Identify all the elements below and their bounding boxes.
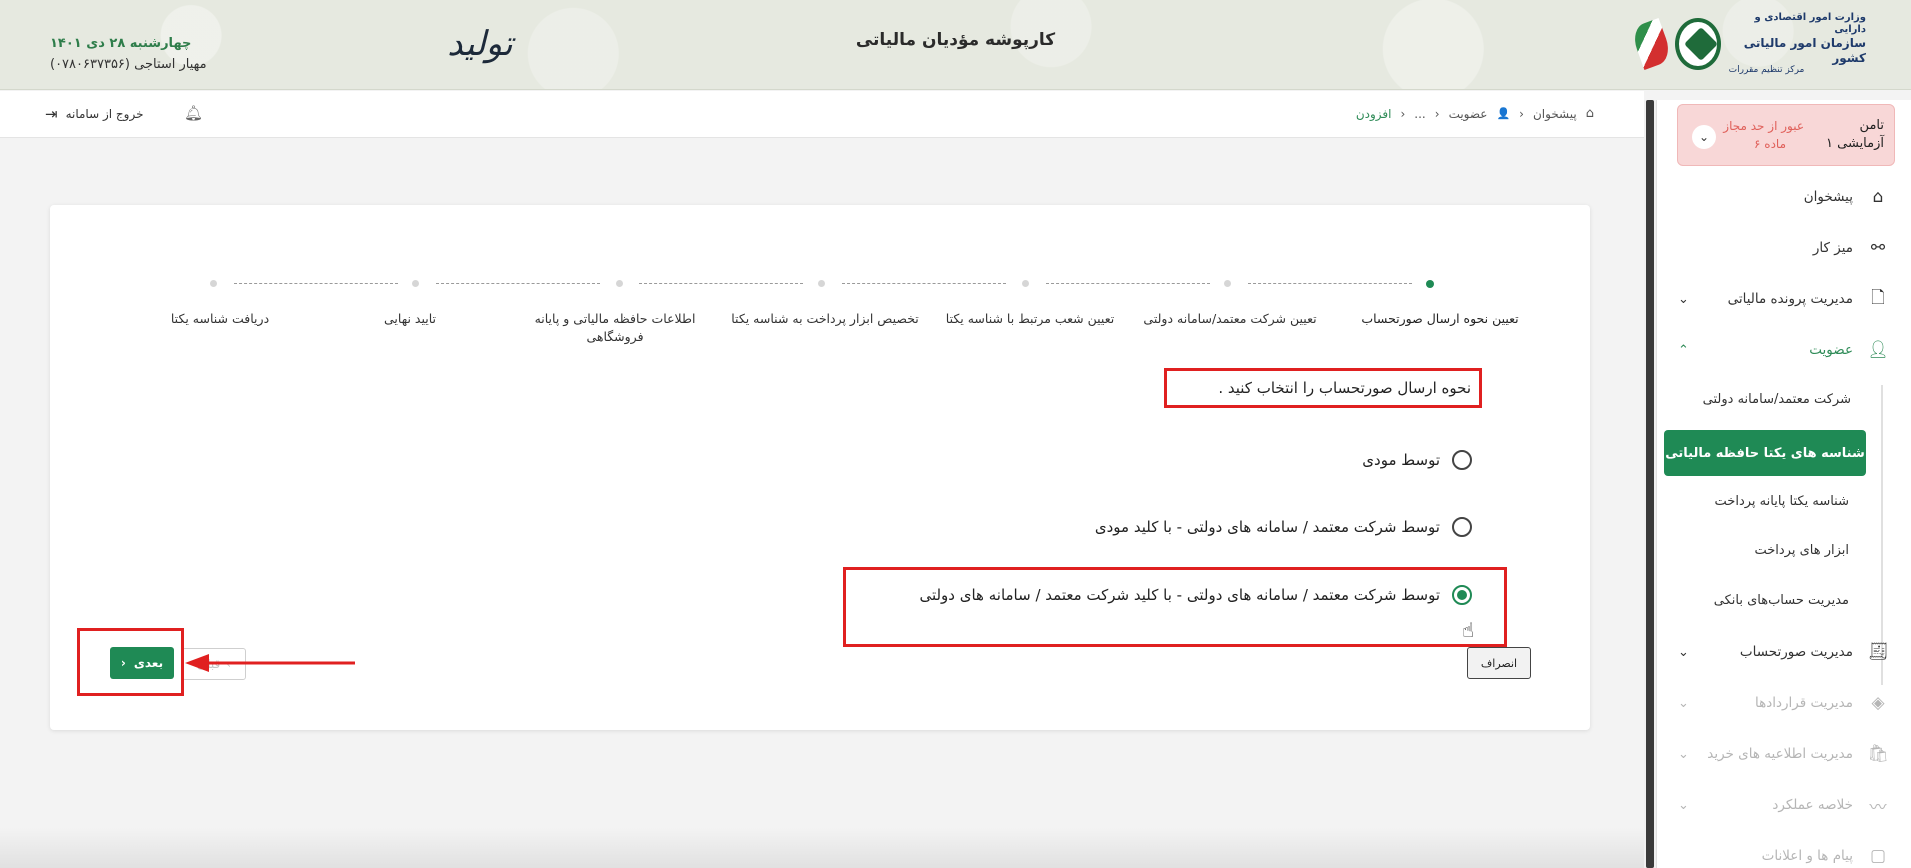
chevron-down-icon: ⌄ [1678,644,1689,660]
stepper [50,280,1590,292]
radio-button-selected[interactable] [1452,585,1472,605]
breadcrumb-item-membership[interactable]: عضویت [1449,107,1488,121]
step-dot-4 [818,280,825,287]
breadcrumb: ⌂ پیشخوان ‹ 👤 عضویت ‹ ... ‹ افزودن [1356,106,1594,121]
page-bottom-fade [0,828,1644,868]
step-connector [639,283,803,284]
step-label-5: اطلاعات حافظه مالیاتی و پایانه فروشگاهی [534,311,696,344]
breadcrumb-home-icon[interactable]: ⌂ [1586,106,1594,121]
breadcrumb-item-ellipsis[interactable]: ... [1414,107,1425,121]
breadcrumb-item-add: افزودن [1355,106,1392,121]
chevron-up-icon: ⌃ [1678,342,1689,358]
top-toolbar: ⌂ پیشخوان ‹ 👤 عضویت ‹ ... ‹ افزودن 🔔︎ ⇥ … [0,91,1644,138]
taxpayer-card[interactable]: تامن آزمایشی ۱ عبور از حد مجاز ماده ۶ ⌄ [1677,104,1895,166]
page-title: کارپوشه مؤدیان مالیاتی [855,30,1056,50]
handshake-icon: ◈ [1871,693,1885,713]
logout-label: خروج از سامانه [65,107,144,121]
step-label-1: تعیین نحوه ارسال صورتحساب [1361,311,1519,326]
question-label: نحوه ارسال صورتحساب را انتخاب کنید . [1164,368,1482,408]
step-connector [234,283,398,284]
scrollbar-thumb[interactable] [1646,100,1654,868]
sidebar-scrollbar[interactable] [1644,100,1656,868]
step-label-7: دریافت شناسه یکتا [170,311,270,326]
option-trusted-with-company-key[interactable]: توسط شرکت معتمد / سامانه های دولتی - با … [919,585,1472,605]
step-dot-6 [412,280,419,287]
step-connector [436,283,600,284]
sidebar-item-dashboard[interactable]: ⌂ پیشخوان [1656,177,1911,217]
annotation-highlight [843,567,1507,647]
chevron-left-icon: ‹ [120,656,126,670]
step-dot-7 [210,280,217,287]
chevron-down-icon: ⌄ [1678,291,1689,307]
chevron-down-icon: ⌄ [1678,746,1689,762]
sidebar-item-invoices[interactable]: 🧾︎ مدیریت صورتحساب ⌄ [1656,632,1911,672]
logout-icon: ⇥ [45,105,58,123]
step-label-4: تخصیص ابزار پرداخت به شناسه یکتا [731,311,919,326]
sidebar-item-tax-file[interactable]: 🗋 مدیریت پرونده مالیاتی ⌄ [1656,279,1911,319]
chevron-down-icon: ⌄ [1678,695,1689,711]
wizard-card: تعیین نحوه ارسال صورتحساب تعیین شرکت معت… [50,205,1590,730]
sidebar-item-membership[interactable]: 👤︎ عضویت ⌃ [1656,330,1911,370]
breadcrumb-user-icon: 👤 [1496,107,1511,120]
logo-center-text: مرکز تنظیم مقررات [1728,65,1805,75]
sidebar-item-purchase-notices[interactable]: 🛍︎ مدیریت اطلاعیه های خرید ⌄ [1656,734,1911,774]
option-trusted-with-taxpayer-key[interactable]: توسط شرکت معتمد / سامانه های دولتی - با … [1095,517,1472,537]
sidebar: تامن آزمایشی ۱ عبور از حد مجاز ماده ۶ ⌄ … [1656,100,1911,868]
step-dot-5 [616,280,623,287]
breadcrumb-item-dashboard[interactable]: پیشخوان [1533,107,1577,121]
current-date: چهارشنبه ۲۸ دی ۱۴۰۱ [50,36,192,51]
chevron-left-icon: ‹ [1519,106,1524,121]
sub-item-bank-accounts[interactable]: مدیریت حساب‌های بانکی [1714,586,1849,616]
step-label-6: تایید نهایی [383,311,437,326]
logout-button[interactable]: ⇥ خروج از سامانه [45,105,143,123]
app-header: وزارت امور اقتصادی و دارایی سازمان امور … [0,0,1911,90]
sidebar-item-contracts[interactable]: ◈ مدیریت قراردادها ⌄ [1656,683,1911,723]
shapes-icon: ⚯ [1870,238,1886,258]
next-button[interactable]: بعدی ‹ [110,647,174,679]
file-icon: 🗋 [1871,287,1885,308]
step-connector [1046,283,1210,284]
chevron-down-icon[interactable]: ⌄ [1692,125,1716,149]
sub-item-terminal-id[interactable]: شناسه یکتا پایانه پرداخت [1715,487,1849,517]
step-connector [842,283,1006,284]
calligraphy-logo: تولید [447,24,513,64]
step-dot-1 [1426,280,1434,288]
chevron-left-icon: ‹ [1434,106,1440,121]
step-connector [1248,283,1412,284]
home-icon: ⌂ [1872,187,1884,207]
radio-button[interactable] [1452,517,1472,537]
step-dot-3 [1022,280,1029,287]
invoice-icon: 🧾︎ [1867,642,1889,662]
user-name: مهیار استاجی (۰۷۸۰۶۳۷۳۵۶) [50,57,207,72]
user-icon: 👤︎ [1867,340,1889,360]
step-label-3: تعیین شعب مرتبط با شناسه یکتا [945,311,1115,326]
hand-cursor-icon: ☝ [1462,618,1475,642]
sub-item-payment-tools[interactable]: ابزار های پرداخت [1754,536,1849,566]
bell-icon[interactable]: 🔔︎ [184,104,203,122]
sub-item-trusted-company[interactable]: شرکت معتمد/سامانه دولتی [1703,385,1851,415]
sidebar-item-performance[interactable]: 〰 خلاصه عملکرد ⌄ [1656,785,1911,825]
step-dot-2 [1224,280,1231,287]
chevron-left-icon: ‹ [1400,106,1406,121]
cancel-button[interactable]: انصراف [1467,647,1531,679]
sub-item-unique-ids[interactable]: شناسه های یکتا حافظه مالیاتی [1664,430,1866,476]
limit-warning: عبور از حد مجاز ماده ۶ [1723,119,1804,151]
chevron-down-icon: ⌄ [1678,797,1689,813]
sidebar-item-workdesk[interactable]: ⚯ میز کار [1656,228,1911,268]
sidebar-item-messages[interactable]: ▢ پیام ها و اعلانات [1656,836,1911,868]
step-label-2: تعیین شرکت معتمد/سامانه دولتی [1143,311,1317,326]
option-by-taxpayer[interactable]: توسط مودی [1362,450,1472,470]
bag-icon: 🛍︎ [1867,744,1889,764]
chart-icon: 〰 [1869,797,1887,818]
radio-button[interactable] [1452,450,1472,470]
message-icon: ▢ [1869,846,1887,866]
taxpayer-name: تامن آزمایشی ۱ [1826,118,1884,152]
annotation-arrow [185,654,355,672]
